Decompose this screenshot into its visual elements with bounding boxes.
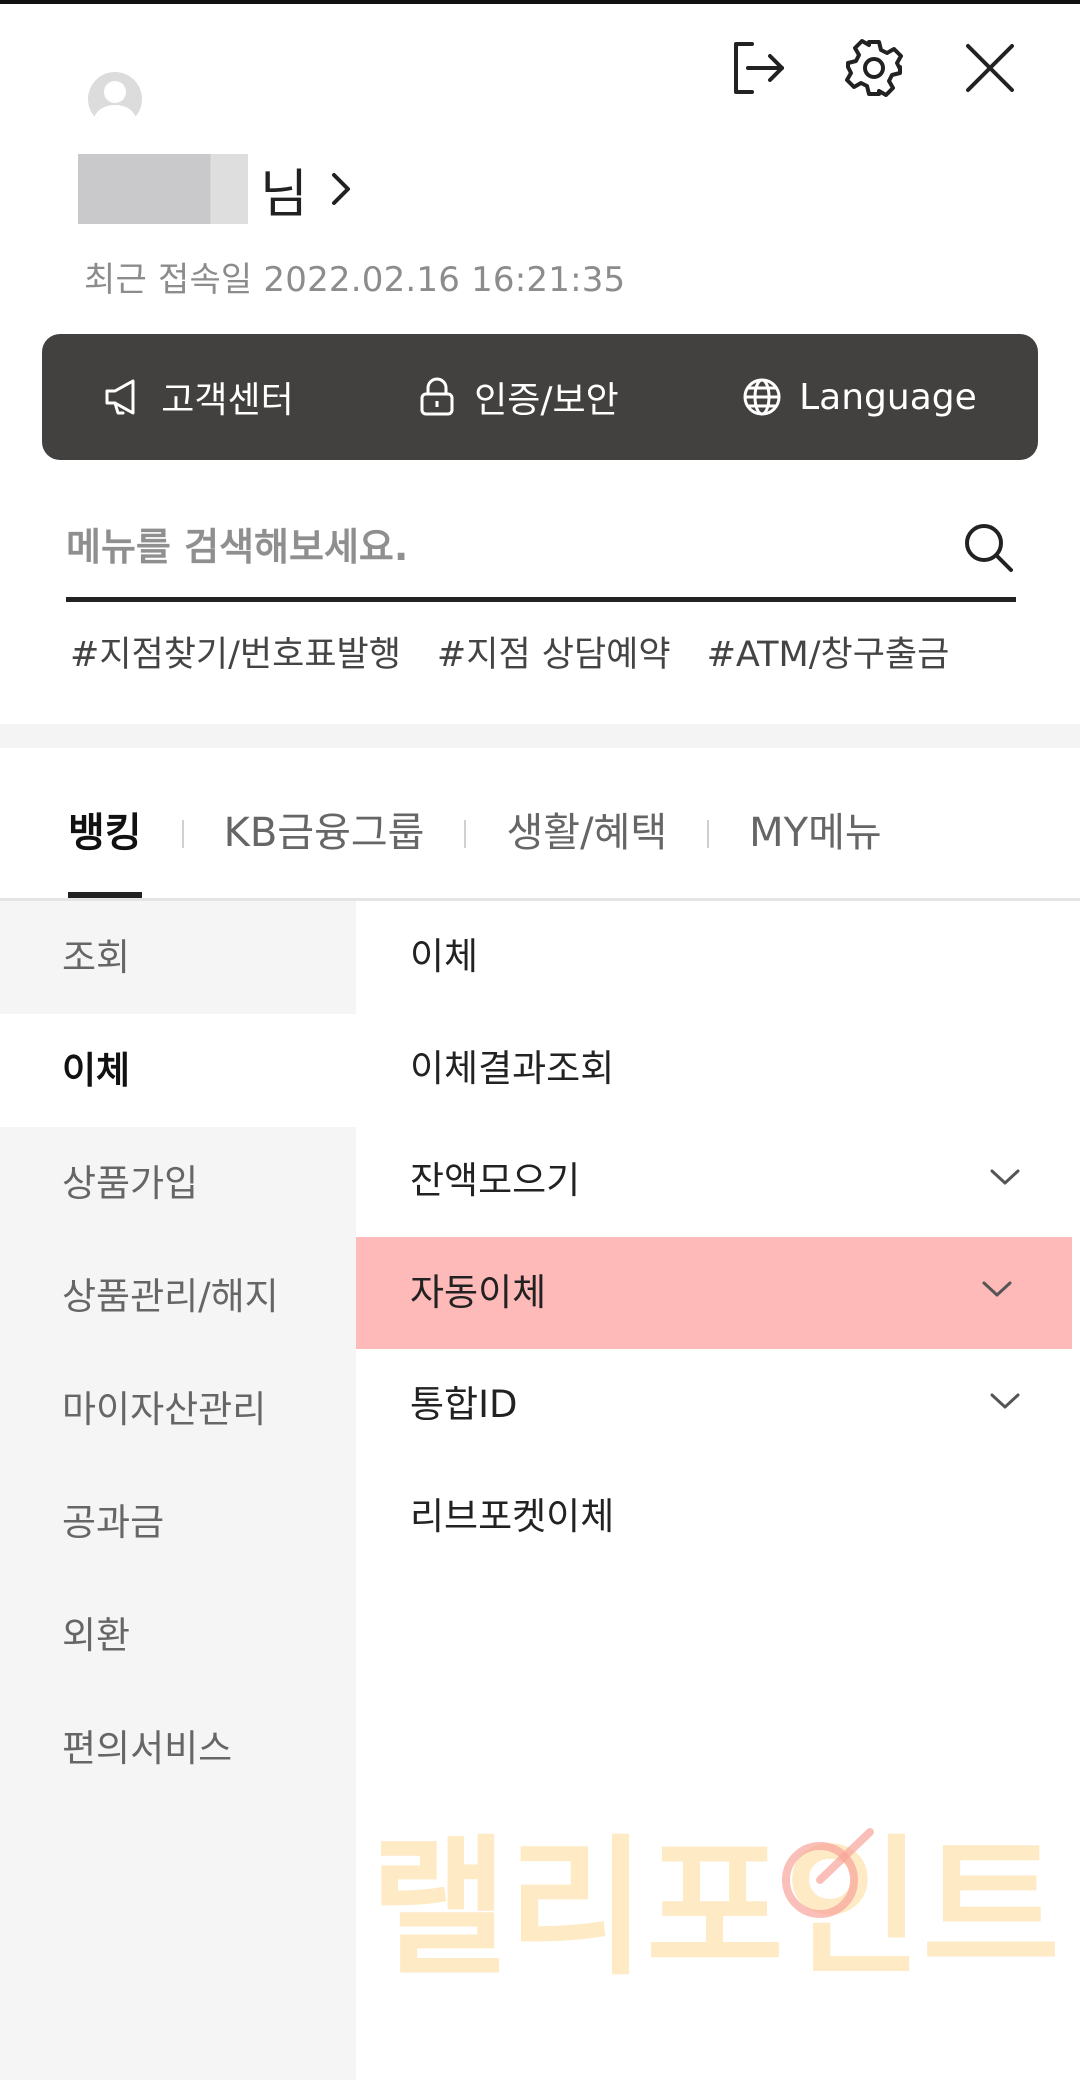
leftmenu-item-my-assets[interactable]: 마이자산관리 — [0, 1353, 356, 1466]
menu-search-input[interactable] — [66, 524, 926, 569]
customer-center-button[interactable]: 고객센터 — [103, 371, 294, 423]
tab-banking[interactable]: 뱅킹 — [68, 800, 142, 900]
leftmenu-item-inquiry[interactable]: 조회 — [0, 901, 356, 1014]
submenu-label: 이체결과조회 — [410, 1047, 615, 1090]
submenu-item-transfer-results[interactable]: 이체결과조회 — [356, 1013, 1080, 1125]
submenu-label: 통합ID — [410, 1383, 518, 1426]
chevron-down-icon — [982, 1281, 1012, 1297]
profile-name-link[interactable]: 님 — [78, 154, 356, 225]
chevron-down-icon — [990, 1169, 1020, 1185]
left-menu: 조회 이체 상품가입 상품관리/해지 마이자산관리 공과금 외환 편의서비스 — [0, 901, 356, 2080]
redacted-name — [78, 154, 248, 224]
tag-atm-withdrawal[interactable]: #ATM/창구출금 — [707, 626, 950, 677]
tab-separator — [707, 820, 710, 848]
settings-icon[interactable] — [836, 30, 912, 106]
submenu-item-auto-transfer[interactable]: 자동이체 — [356, 1237, 1072, 1349]
submenu-label: 이체 — [410, 935, 479, 978]
submenu-label: 리브포켓이체 — [410, 1495, 615, 1538]
watermark-logo: 랠리포인트 — [370, 1822, 1060, 1996]
leftmenu-item-product-join[interactable]: 상품가입 — [0, 1127, 356, 1240]
top-border — [0, 0, 1080, 4]
auth-security-label: 인증/보안 — [474, 380, 619, 421]
chevron-right-icon — [331, 173, 350, 205]
close-icon[interactable] — [952, 30, 1028, 106]
tab-separator — [464, 820, 467, 848]
leftmenu-item-product-manage[interactable]: 상품관리/해지 — [0, 1240, 356, 1353]
leftmenu-item-utility-bills[interactable]: 공과금 — [0, 1466, 356, 1579]
last-login-text: 최근 접속일 2022.02.16 16:21:35 — [84, 260, 626, 300]
auth-security-button[interactable]: 인증/보안 — [416, 371, 619, 423]
globe-icon — [743, 378, 781, 416]
language-label: Language — [799, 376, 977, 418]
customer-center-label: 고객센터 — [161, 380, 294, 421]
language-button[interactable]: Language — [741, 376, 977, 418]
search-icon[interactable] — [960, 519, 1016, 575]
submenu-item-liiv-pocket[interactable]: 리브포켓이체 — [356, 1461, 1080, 1573]
tab-separator — [181, 820, 184, 848]
tag-branch-consult[interactable]: #지점 상담예약 — [437, 626, 671, 677]
tab-life-benefits[interactable]: 생활/혜택 — [506, 800, 667, 900]
name-suffix: 님 — [260, 164, 308, 225]
svg-text:랠리포인트: 랠리포인트 — [370, 1822, 1060, 1996]
tab-my-menu[interactable]: MY메뉴 — [749, 800, 882, 900]
quick-menu-bar: 고객센터 인증/보안 Language — [42, 334, 1038, 460]
submenu-item-transfer[interactable]: 이체 — [356, 901, 1080, 1013]
lock-icon — [420, 377, 454, 416]
leftmenu-item-convenience[interactable]: 편의서비스 — [0, 1692, 356, 1805]
search-tags: #지점찾기/번호표발행 #지점 상담예약 #ATM/창구출금 — [70, 626, 985, 677]
avatar-head — [104, 81, 126, 103]
submenu-label: 잔액모으기 — [410, 1159, 581, 1202]
leftmenu-item-transfer[interactable]: 이체 — [0, 1014, 356, 1127]
submenu-item-integrated-id[interactable]: 통합ID — [356, 1349, 1080, 1461]
menu-search-bar — [66, 496, 1016, 602]
megaphone-icon — [105, 379, 135, 415]
logout-icon[interactable] — [720, 30, 796, 106]
avatar-body — [94, 105, 136, 126]
submenu-label: 자동이체 — [410, 1271, 547, 1314]
avatar — [88, 72, 142, 126]
leftmenu-item-foreign-exchange[interactable]: 외환 — [0, 1579, 356, 1692]
tag-branch-finder[interactable]: #지점찾기/번호표발행 — [70, 626, 401, 677]
category-tabs: 뱅킹 KB금융그룹 생활/혜택 MY메뉴 — [68, 800, 882, 900]
tab-kb-group[interactable]: KB금융그룹 — [224, 800, 425, 900]
chevron-down-icon — [990, 1393, 1020, 1409]
submenu-item-balance-collect[interactable]: 잔액모으기 — [356, 1125, 1080, 1237]
section-divider — [0, 724, 1080, 748]
